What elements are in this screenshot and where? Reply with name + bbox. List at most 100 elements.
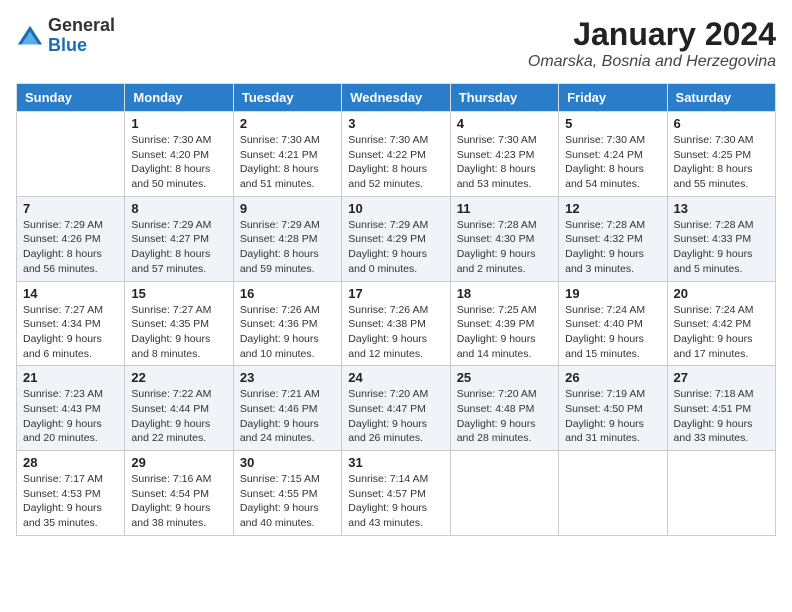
calendar-cell: 17 Sunrise: 7:26 AMSunset: 4:38 PMDayligh…: [342, 281, 450, 366]
calendar-cell: 21 Sunrise: 7:23 AMSunset: 4:43 PMDayligh…: [17, 366, 125, 451]
day-number: 10: [348, 201, 443, 216]
calendar-cell: [667, 451, 775, 536]
day-info: Sunrise: 7:21 AMSunset: 4:46 PMDaylight:…: [240, 387, 335, 446]
day-info: Sunrise: 7:30 AMSunset: 4:23 PMDaylight:…: [457, 133, 552, 192]
calendar-cell: [17, 112, 125, 197]
day-number: 13: [674, 201, 769, 216]
calendar-cell: 14Sunrise: 7:27 AMSunset: 4:34 PMDayligh…: [17, 281, 125, 366]
day-number: 18: [457, 286, 552, 301]
page-header: General Blue January 2024 Omarska, Bosni…: [16, 16, 776, 71]
day-number: 7: [23, 201, 118, 216]
calendar-cell: 28Sunrise: 7:17 AMSunset: 4:53 PMDayligh…: [17, 451, 125, 536]
day-number: 1: [131, 116, 226, 131]
calendar-cell: 15 Sunrise: 7:27 AMSunset: 4:35 PMDayligh…: [125, 281, 233, 366]
day-number: 29: [131, 455, 226, 470]
day-info: Sunrise: 7:17 AMSunset: 4:53 PMDaylight:…: [23, 472, 118, 531]
day-number: 12: [565, 201, 660, 216]
calendar-cell: 29 Sunrise: 7:16 AMSunset: 4:54 PMDayligh…: [125, 451, 233, 536]
day-info: Sunrise: 7:28 AMSunset: 4:33 PMDaylight:…: [674, 218, 769, 277]
calendar-header-row: SundayMondayTuesdayWednesdayThursdayFrid…: [17, 84, 776, 112]
main-title: January 2024: [528, 16, 776, 53]
calendar-cell: 26 Sunrise: 7:19 AMSunset: 4:50 PMDayligh…: [559, 366, 667, 451]
day-info: Sunrise: 7:30 AMSunset: 4:20 PMDaylight:…: [131, 133, 226, 192]
calendar-cell: 31 Sunrise: 7:14 AMSunset: 4:57 PMDayligh…: [342, 451, 450, 536]
day-info: Sunrise: 7:19 AMSunset: 4:50 PMDaylight:…: [565, 387, 660, 446]
day-info: Sunrise: 7:23 AMSunset: 4:43 PMDaylight:…: [23, 387, 118, 446]
day-number: 8: [131, 201, 226, 216]
day-number: 9: [240, 201, 335, 216]
calendar-weekday-friday: Friday: [559, 84, 667, 112]
day-info: Sunrise: 7:14 AMSunset: 4:57 PMDaylight:…: [348, 472, 443, 531]
day-number: 21: [23, 370, 118, 385]
day-info: Sunrise: 7:20 AMSunset: 4:48 PMDaylight:…: [457, 387, 552, 446]
day-number: 25: [457, 370, 552, 385]
calendar-cell: 1 Sunrise: 7:30 AMSunset: 4:20 PMDaylight…: [125, 112, 233, 197]
day-info: Sunrise: 7:18 AMSunset: 4:51 PMDaylight:…: [674, 387, 769, 446]
calendar-cell: 20 Sunrise: 7:24 AMSunset: 4:42 PMDayligh…: [667, 281, 775, 366]
day-number: 22: [131, 370, 226, 385]
day-number: 19: [565, 286, 660, 301]
day-info: Sunrise: 7:20 AMSunset: 4:47 PMDaylight:…: [348, 387, 443, 446]
calendar-weekday-tuesday: Tuesday: [233, 84, 341, 112]
day-number: 15: [131, 286, 226, 301]
calendar-weekday-monday: Monday: [125, 84, 233, 112]
day-number: 4: [457, 116, 552, 131]
day-info: Sunrise: 7:30 AMSunset: 4:21 PMDaylight:…: [240, 133, 335, 192]
day-info: Sunrise: 7:29 AMSunset: 4:28 PMDaylight:…: [240, 218, 335, 277]
calendar-cell: [559, 451, 667, 536]
day-number: 14: [23, 286, 118, 301]
day-info: Sunrise: 7:24 AMSunset: 4:40 PMDaylight:…: [565, 303, 660, 362]
title-block: January 2024 Omarska, Bosnia and Herzego…: [528, 16, 776, 71]
calendar-cell: 5 Sunrise: 7:30 AMSunset: 4:24 PMDaylight…: [559, 112, 667, 197]
day-info: Sunrise: 7:29 AMSunset: 4:26 PMDaylight:…: [23, 218, 118, 277]
day-number: 17: [348, 286, 443, 301]
logo-text: General Blue: [48, 16, 115, 56]
day-number: 6: [674, 116, 769, 131]
day-number: 20: [674, 286, 769, 301]
day-info: Sunrise: 7:25 AMSunset: 4:39 PMDaylight:…: [457, 303, 552, 362]
calendar-cell: 24 Sunrise: 7:20 AMSunset: 4:47 PMDayligh…: [342, 366, 450, 451]
day-number: 31: [348, 455, 443, 470]
calendar-cell: 3 Sunrise: 7:30 AMSunset: 4:22 PMDaylight…: [342, 112, 450, 197]
day-number: 2: [240, 116, 335, 131]
day-info: Sunrise: 7:22 AMSunset: 4:44 PMDaylight:…: [131, 387, 226, 446]
calendar-weekday-wednesday: Wednesday: [342, 84, 450, 112]
day-number: 3: [348, 116, 443, 131]
day-info: Sunrise: 7:16 AMSunset: 4:54 PMDaylight:…: [131, 472, 226, 531]
day-number: 23: [240, 370, 335, 385]
day-number: 5: [565, 116, 660, 131]
day-number: 11: [457, 201, 552, 216]
calendar-week-row: 14Sunrise: 7:27 AMSunset: 4:34 PMDayligh…: [17, 281, 776, 366]
day-info: Sunrise: 7:26 AMSunset: 4:38 PMDaylight:…: [348, 303, 443, 362]
logo-icon: [16, 24, 44, 52]
day-info: Sunrise: 7:30 AMSunset: 4:22 PMDaylight:…: [348, 133, 443, 192]
day-info: Sunrise: 7:30 AMSunset: 4:25 PMDaylight:…: [674, 133, 769, 192]
day-info: Sunrise: 7:28 AMSunset: 4:32 PMDaylight:…: [565, 218, 660, 277]
calendar-cell: 8 Sunrise: 7:29 AMSunset: 4:27 PMDaylight…: [125, 196, 233, 281]
calendar-week-row: 1 Sunrise: 7:30 AMSunset: 4:20 PMDaylight…: [17, 112, 776, 197]
subtitle: Omarska, Bosnia and Herzegovina: [528, 53, 776, 71]
calendar-cell: 16 Sunrise: 7:26 AMSunset: 4:36 PMDayligh…: [233, 281, 341, 366]
calendar-cell: 6 Sunrise: 7:30 AMSunset: 4:25 PMDaylight…: [667, 112, 775, 197]
calendar-cell: 27 Sunrise: 7:18 AMSunset: 4:51 PMDayligh…: [667, 366, 775, 451]
calendar-cell: 13 Sunrise: 7:28 AMSunset: 4:33 PMDayligh…: [667, 196, 775, 281]
calendar-cell: 30Sunrise: 7:15 AMSunset: 4:55 PMDayligh…: [233, 451, 341, 536]
calendar-cell: 9 Sunrise: 7:29 AMSunset: 4:28 PMDaylight…: [233, 196, 341, 281]
logo-blue: Blue: [48, 36, 115, 56]
day-info: Sunrise: 7:27 AMSunset: 4:35 PMDaylight:…: [131, 303, 226, 362]
calendar-week-row: 28Sunrise: 7:17 AMSunset: 4:53 PMDayligh…: [17, 451, 776, 536]
day-number: 24: [348, 370, 443, 385]
day-number: 27: [674, 370, 769, 385]
day-info: Sunrise: 7:26 AMSunset: 4:36 PMDaylight:…: [240, 303, 335, 362]
day-number: 16: [240, 286, 335, 301]
day-number: 26: [565, 370, 660, 385]
day-info: Sunrise: 7:24 AMSunset: 4:42 PMDaylight:…: [674, 303, 769, 362]
calendar-cell: 2 Sunrise: 7:30 AMSunset: 4:21 PMDaylight…: [233, 112, 341, 197]
calendar-cell: 22 Sunrise: 7:22 AMSunset: 4:44 PMDayligh…: [125, 366, 233, 451]
calendar-week-row: 21 Sunrise: 7:23 AMSunset: 4:43 PMDayligh…: [17, 366, 776, 451]
calendar-weekday-thursday: Thursday: [450, 84, 558, 112]
day-info: Sunrise: 7:29 AMSunset: 4:27 PMDaylight:…: [131, 218, 226, 277]
calendar-cell: 10Sunrise: 7:29 AMSunset: 4:29 PMDayligh…: [342, 196, 450, 281]
day-info: Sunrise: 7:30 AMSunset: 4:24 PMDaylight:…: [565, 133, 660, 192]
logo: General Blue: [16, 16, 115, 56]
